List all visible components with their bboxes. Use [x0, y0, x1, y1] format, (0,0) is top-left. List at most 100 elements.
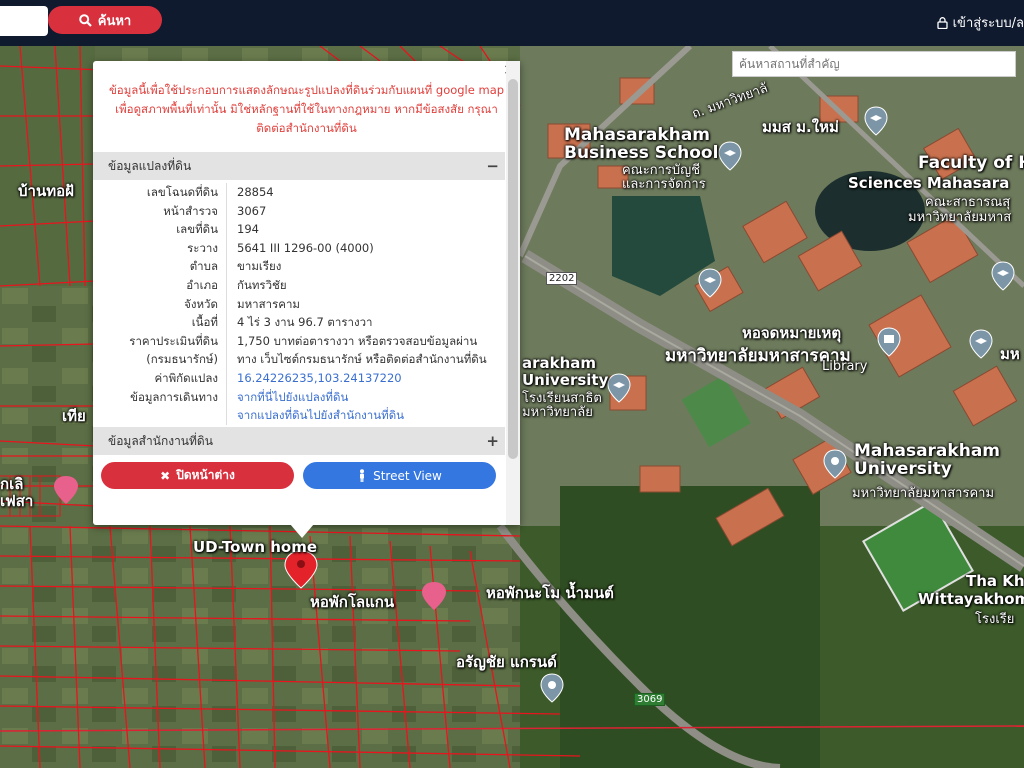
- parcel-search-input[interactable]: [0, 6, 48, 36]
- search-button-label: ค้นหา: [97, 13, 132, 29]
- disclaimer-line: ข้อมูลนี้เพื่อใช้ประกอบการแสดงลักษณะรูปแ…: [108, 83, 505, 97]
- info-row: ราคาประเมินที่ดิน 1,750 บาทต่อตารางวา หรื…: [93, 331, 505, 351]
- search-button[interactable]: ค้นหา: [48, 6, 162, 34]
- info-value: 194: [237, 222, 259, 237]
- landmark-search-input[interactable]: [732, 51, 1016, 77]
- map-label-business-school: Mahasarakham Business School: [564, 125, 719, 163]
- land-info-section-title: ข้อมูลแปลงที่ดิน: [108, 158, 192, 173]
- info-value: ขามเรียง: [237, 259, 282, 274]
- info-row: ตำบล ขามเรียง: [93, 257, 505, 276]
- road-2202-badge: 2202: [546, 272, 578, 285]
- expand-icon[interactable]: +: [486, 432, 499, 450]
- info-row: หน้าสำรวจ 3067: [93, 201, 505, 221]
- info-label: ตำบล: [93, 257, 227, 276]
- street-view-label: Street View: [373, 468, 442, 483]
- info-label: เนื้อที่: [93, 313, 227, 332]
- directions-to-office-link[interactable]: จากแปลงที่ดินไปยังสำนักงานที่ดิน: [227, 406, 404, 425]
- info-row: จังหวัด มหาสารคาม: [93, 294, 505, 314]
- info-row: (กรมธนารักษ์) ทาง เว็บไซต์กรมธนารักษ์ หรื…: [93, 350, 505, 369]
- road-3069-badge: 3069: [634, 693, 666, 706]
- map-label-msu-right: มห: [1000, 345, 1020, 363]
- info-value: กันทรวิชัย: [237, 277, 287, 292]
- info-label: ราคาประเมินที่ดิน: [93, 331, 227, 351]
- library-pin-icon[interactable]: [876, 327, 902, 357]
- map-label-dorm-lokan: หอพักโลแกน: [310, 593, 395, 611]
- info-value: 3067: [237, 203, 267, 218]
- info-row: เนื้อที่ 4 ไร่ 3 งาน 96.7 ตารางวา: [93, 313, 505, 332]
- map-label-faculty: Faculty of H: [918, 153, 1024, 173]
- university-pin-icon[interactable]: [863, 106, 889, 136]
- disclaimer-text: ข้อมูลนี้เพื่อใช้ประกอบการแสดงลักษณะรูปแ…: [93, 81, 520, 138]
- map-label-faculty-th2: มหาวิทยาลัยมหาส: [908, 210, 1012, 225]
- university-pin-icon[interactable]: [990, 261, 1016, 291]
- disclaimer-line: เพื่อดูสภาพพื้นที่เท่านั้น มิใช่หลักฐานท…: [115, 102, 498, 116]
- popup-scrollbar[interactable]: [506, 61, 520, 525]
- place-pin-icon[interactable]: [539, 673, 565, 703]
- map-label-old-msu: มมส ม.ใหม่: [762, 118, 839, 136]
- map-label-wittaya-th: โรงเรีย: [975, 612, 1015, 627]
- map-label-msu: Mahasarakham University: [854, 441, 1001, 479]
- map-label-wittaya: Wittayakhom: [918, 590, 1024, 608]
- scrollbar-thumb[interactable]: [508, 79, 518, 459]
- info-row: จากแปลงที่ดินไปยังสำนักงานที่ดิน: [93, 406, 505, 425]
- map-label-arun-chai: อรัญชัย แกรนด์: [456, 653, 557, 671]
- login-link[interactable]: เข้าสู่ระบบ/ล: [936, 12, 1024, 33]
- info-row: ข้อมูลการเดินทาง จากที่นี่ไปยังแปลงที่ดิน: [93, 387, 505, 407]
- office-info-section-header[interactable]: ข้อมูลสำนักงานที่ดิน +: [93, 427, 505, 455]
- map-label-left-mid: กเลิ เฟสา: [0, 475, 34, 510]
- street-view-button[interactable]: Street View: [303, 462, 496, 489]
- directions-to-parcel-link[interactable]: จากที่นี่ไปยังแปลงที่ดิน: [227, 388, 348, 407]
- person-icon: [360, 469, 365, 482]
- info-row: เลขโฉนดที่ดิน 28854: [93, 183, 505, 202]
- info-value: มหาสารคาม: [237, 296, 301, 311]
- office-info-section-title: ข้อมูลสำนักงานที่ดิน: [108, 433, 213, 448]
- info-label: เลขโฉนดที่ดิน: [93, 183, 227, 202]
- login-label: เข้าสู่ระบบ/ล: [952, 16, 1024, 31]
- info-label: อำเภอ: [93, 275, 227, 295]
- info-value: 1,750 บาทต่อตารางวา หรือตรวจสอบข้อมูลผ่า…: [237, 333, 478, 348]
- map-label-demo-school: โรงเรียนสาธิต มหาวิทยาลัย: [522, 391, 602, 420]
- map-label-thia: เทีย: [62, 407, 86, 425]
- university-pin-icon[interactable]: [968, 329, 994, 359]
- land-info-table: เลขโฉนดที่ดิน 28854 หน้าสำรวจ 3067 เลขที่ด…: [93, 183, 505, 425]
- map-label-library: Library: [822, 359, 868, 374]
- place-pin-icon[interactable]: [822, 449, 848, 479]
- map-label-ud-town: UD-Town home: [193, 538, 318, 556]
- info-row: อำเภอ กันทรวิชัย: [93, 275, 505, 295]
- parcel-info-popup: × ข้อมูลนี้เพื่อใช้ประกอบการแสดงลักษณะรู…: [93, 61, 520, 525]
- info-label: ข้อมูลการเดินทาง: [93, 387, 227, 407]
- university-pin-icon[interactable]: [717, 141, 743, 171]
- top-navbar: ค้นหา เข้าสู่ระบบ/ล: [0, 0, 1024, 46]
- info-label: (กรมธนารักษ์): [93, 350, 227, 369]
- map-label-msu-th: มหาวิทยาลัยมหาสารคาม: [852, 486, 995, 501]
- info-row: เลขที่ดิน 194: [93, 220, 505, 239]
- map-label-business-school-th: คณะการบัญชี และการจัดการ: [622, 163, 706, 192]
- popup-pointer: [290, 524, 314, 538]
- lock-icon: [936, 16, 948, 29]
- map-label-ban-thoa: บ้านทอฝั: [18, 182, 74, 200]
- coordinates-link[interactable]: 16.24226235,103.24137220: [227, 369, 402, 388]
- info-label: ระวาง: [93, 238, 227, 258]
- close-icon: ✖: [160, 468, 171, 483]
- info-row: ค่าพิกัดแปลง 16.24226235,103.24137220: [93, 368, 505, 388]
- info-value: 5641 III 1296-00 (4000): [237, 240, 374, 255]
- info-value: 28854: [237, 185, 274, 199]
- map-label-tha-kh: Tha Kh: [966, 572, 1024, 590]
- info-label: จังหวัด: [93, 294, 227, 314]
- map-label-dorm-nam: หอพักนะโม น้ำมนต์: [486, 584, 614, 602]
- university-pin-icon[interactable]: [606, 373, 632, 403]
- info-value: 4 ไร่ 3 งาน 96.7 ตารางวา: [237, 315, 373, 330]
- university-pin-icon[interactable]: [697, 268, 723, 298]
- close-window-button[interactable]: ✖ ปิดหน้าต่าง: [101, 462, 294, 489]
- collapse-icon[interactable]: −: [486, 157, 499, 175]
- land-info-section-header[interactable]: ข้อมูลแปลงที่ดิน −: [93, 152, 505, 180]
- info-label: [93, 406, 227, 425]
- info-label: เลขที่ดิน: [93, 220, 227, 239]
- info-label: ค่าพิกัดแปลง: [93, 368, 227, 388]
- disclaimer-line: ติดต่อสำนักงานที่ดิน: [256, 121, 357, 135]
- search-icon: [78, 13, 92, 27]
- info-label: หน้าสำรวจ: [93, 201, 227, 221]
- treasury-link[interactable]: ทาง เว็บไซต์กรมธนารักษ์ หรือติดต่อสำนักง…: [227, 350, 487, 369]
- close-window-label: ปิดหน้าต่าง: [176, 468, 235, 482]
- info-row: ระวาง 5641 III 1296-00 (4000): [93, 238, 505, 258]
